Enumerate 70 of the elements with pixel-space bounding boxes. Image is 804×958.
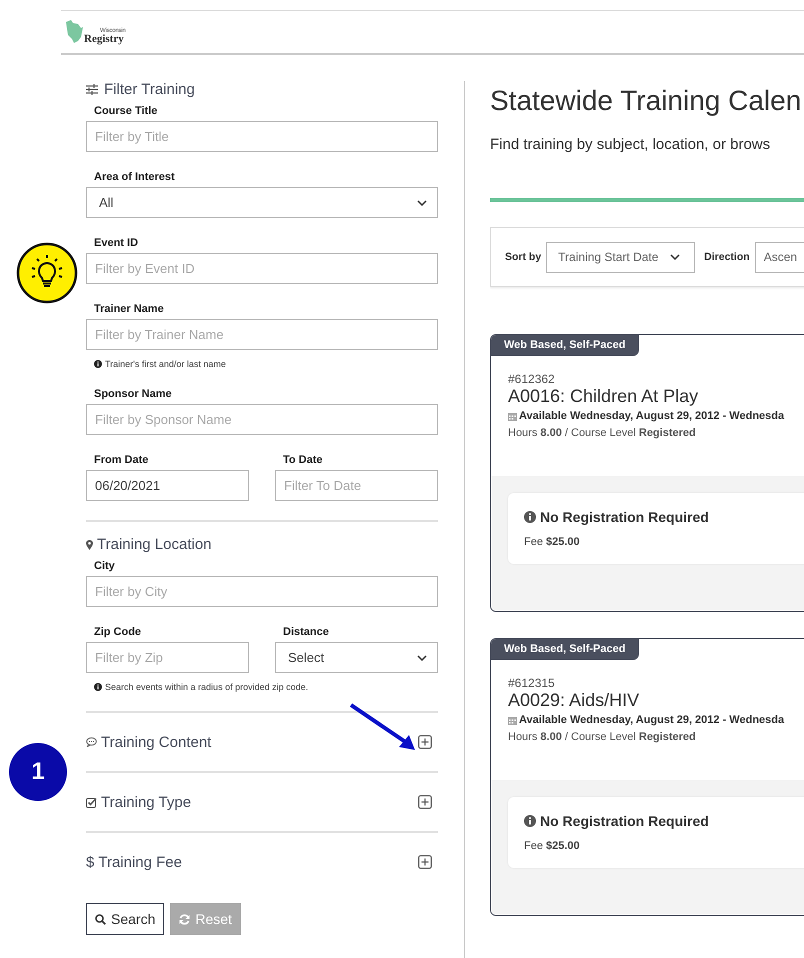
input-field[interactable]: Filter by Trainer Name [86,319,438,350]
event-number: #612362 [508,372,556,386]
logo-title: Registry [84,34,125,45]
page-subtitle: Find training by subject, location, or brows [490,136,772,153]
field-label: Sponsor Name [93,388,173,400]
map-pin-icon [86,540,93,550]
lightbulb-icon [16,242,78,304]
input-field[interactable]: Filter To Date [275,470,438,501]
chevron-icon [417,200,427,206]
field-label: To Date [282,454,324,466]
select-field[interactable]: Select [275,642,438,673]
collapsible-title: Training Type [101,794,192,810]
input-field[interactable]: Filter by Event ID [86,253,438,284]
field-label: City [93,560,116,572]
course-fee: Fee $25.00 [524,536,581,548]
select-field[interactable]: All [86,187,438,218]
availability-dates: Available Wednesday, August 29, 2012 - Wednesda [519,410,784,422]
hint-text: Search events within a radius of provided zip code. [105,682,308,692]
course-title[interactable]: A0029: Aids/HIV [508,690,804,711]
field-label: Distance [282,626,330,638]
input-field[interactable]: Filter by City [86,576,438,607]
info-icon [94,683,102,691]
section-title: Training Location [97,536,212,553]
info-icon [524,815,536,827]
event-number: #612315 [508,676,556,690]
course-title[interactable]: A0016: Children At Play [508,386,804,407]
registration-status: No Registration Required [540,509,709,525]
input-field[interactable]: 06/20/2021 [86,470,249,501]
format-tag: Web Based, Self-Paced [491,639,640,660]
input-field[interactable]: Filter by Title [86,121,438,152]
field-label: Area of Interest [93,171,176,183]
chevron-icon [417,654,427,660]
chevron-icon [670,254,680,260]
sort-select[interactable]: Training Start Date [546,242,696,272]
expand-icon[interactable] [418,855,432,869]
calendar-icon [508,716,517,724]
search-icon [95,914,106,924]
search-button[interactable]: Search [86,903,164,935]
calendar-icon [508,412,517,420]
direction-select[interactable]: Ascen [754,242,804,272]
refresh-icon [179,914,190,924]
course-details: Hours 8.00 / Course Level Registered [508,731,697,743]
field-label: Zip Code [93,626,142,638]
input-field[interactable]: Filter by Sponsor Name [86,404,438,435]
field-label: Course Title [93,105,158,117]
step-number-badge: 1 [9,743,67,801]
direction-label: Direction [704,251,750,263]
field-label: Event ID [93,237,140,249]
sort-label: Sort by [505,251,542,263]
course-fee: Fee $25.00 [524,840,581,852]
dollar-icon: $ [86,854,94,870]
course-details: Hours 8.00 / Course Level Registered [508,427,697,439]
page-title: Statewide Training Calen [490,85,802,117]
collapsible-title: Training Content [101,734,212,750]
format-tag: Web Based, Self-Paced [491,335,640,356]
comment-icon [86,737,97,747]
checkbox-icon [86,796,97,808]
hint-text: Trainer's first and/or last name [105,359,226,369]
registration-status: No Registration Required [540,813,709,829]
collapsible-title: Training Fee [98,854,182,870]
field-label: From Date [93,454,150,466]
availability-dates: Available Wednesday, August 29, 2012 - Wednesda [519,714,784,726]
input-field[interactable]: Filter by Zip [86,642,249,673]
section-title: Filter Training [104,81,195,98]
sliders-icon [86,84,98,95]
info-icon [94,360,102,368]
info-icon [524,511,536,523]
field-label: Trainer Name [93,303,165,315]
expand-icon[interactable] [418,795,432,809]
expand-icon[interactable] [418,735,432,749]
